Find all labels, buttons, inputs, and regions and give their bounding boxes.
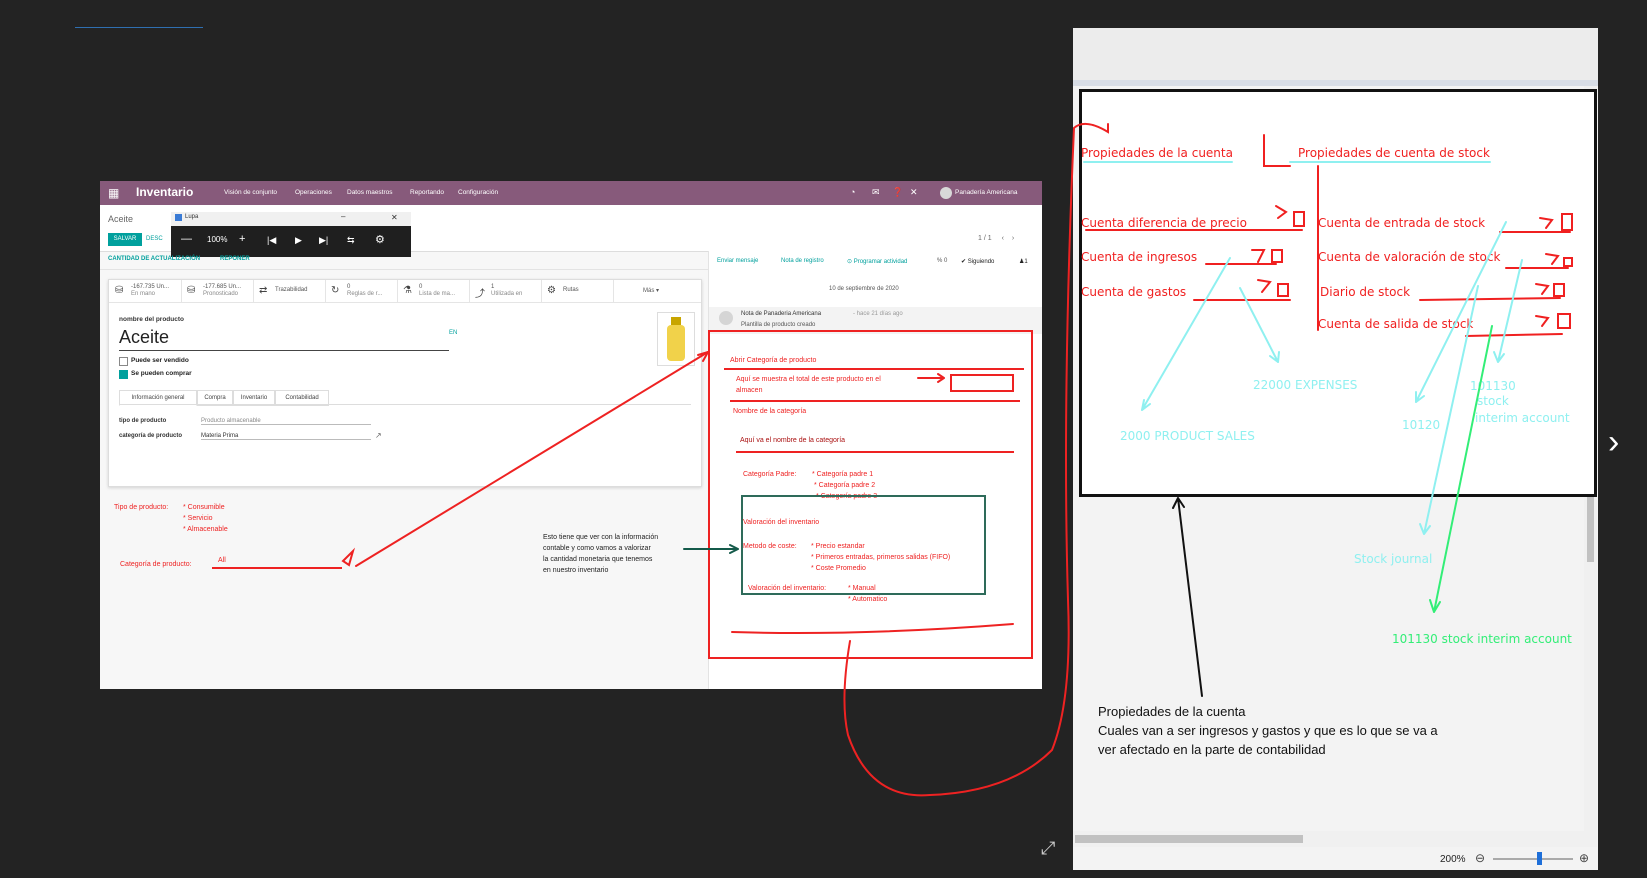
expand-icon[interactable]: ⤢ [1041, 838, 1055, 859]
sketch-mark [1251, 249, 1283, 263]
sketch-arrow-interim [1493, 259, 1523, 363]
next-slide-chevron-icon[interactable]: › [1608, 425, 1619, 459]
sketch-arrow-10120 [1415, 221, 1507, 403]
sketch-arrow-sales [1141, 257, 1231, 411]
underline-bottom [731, 623, 1014, 634]
sketch-arrow-green [1429, 325, 1493, 613]
sketch-mark [1275, 205, 1305, 227]
arrow-to-valuation [683, 544, 739, 554]
sketch-row-line [1419, 297, 1561, 301]
arrow-note-to-sketch [1172, 497, 1203, 697]
annotation-strokes [341, 122, 1573, 797]
sketch-mark [1535, 313, 1571, 329]
arrow-tail-mark [341, 547, 356, 567]
sketch-mark [1257, 279, 1289, 297]
sketch-mark [1539, 213, 1573, 231]
sketch-row-line [1465, 333, 1563, 337]
sketch-mark [1545, 253, 1573, 267]
sketch-divider [1263, 134, 1291, 167]
arrow-to-category-box [355, 351, 709, 567]
curve-link-to-sketch [843, 122, 1109, 797]
arrow-to-total-box [917, 373, 945, 383]
sketch-arrow-journal [1419, 285, 1479, 535]
sketch-mark [1535, 283, 1565, 297]
